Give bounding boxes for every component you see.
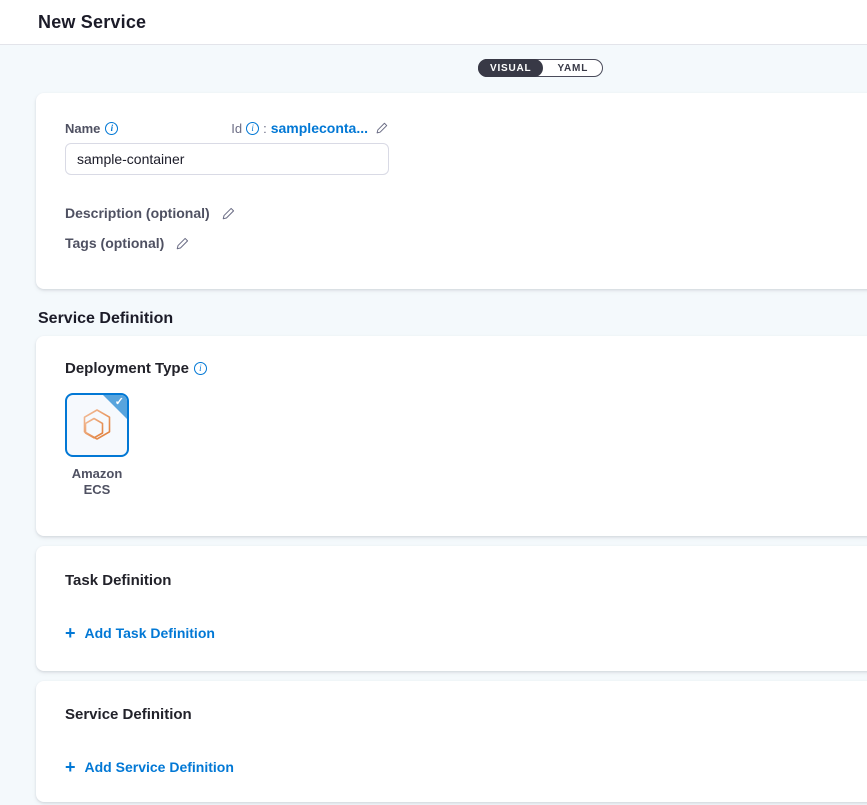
tags-edit-pencil-icon[interactable] <box>175 236 190 251</box>
service-definition-card: Service Definition + Add Service Definit… <box>36 681 867 802</box>
id-row: Id i : sampleconta... <box>231 120 389 136</box>
add-task-definition-button[interactable]: + Add Task Definition <box>65 625 215 641</box>
deployment-option-label: Amazon ECS <box>65 466 129 498</box>
task-definition-card: Task Definition + Add Task Definition <box>36 546 867 671</box>
id-info-icon[interactable]: i <box>246 122 259 135</box>
service-name-input[interactable] <box>65 143 389 175</box>
name-label: Name <box>65 121 100 136</box>
deployment-type-info-icon[interactable]: i <box>194 362 207 375</box>
toggle-yaml-segment[interactable]: YAML <box>543 63 602 74</box>
toggle-row: VISUAL YAML <box>0 45 867 93</box>
page-header: New Service <box>0 0 867 45</box>
page-title: New Service <box>38 12 146 33</box>
add-service-definition-button[interactable]: + Add Service Definition <box>65 759 234 775</box>
add-task-definition-label: Add Task Definition <box>85 625 215 641</box>
task-definition-title: Task Definition <box>65 572 867 589</box>
name-info-icon[interactable]: i <box>105 122 118 135</box>
deployment-type-label: Deployment Type <box>65 360 189 377</box>
tags-row: Tags (optional) <box>65 235 867 251</box>
toggle-visual-segment[interactable]: VISUAL <box>478 59 543 77</box>
id-edit-pencil-icon[interactable] <box>375 121 389 135</box>
add-service-definition-label: Add Service Definition <box>85 759 234 775</box>
check-icon: ✓ <box>115 395 124 408</box>
name-label-group: Name i <box>65 121 118 136</box>
plus-icon: + <box>65 760 76 774</box>
description-edit-pencil-icon[interactable] <box>221 206 236 221</box>
deployment-type-label-row: Deployment Type i <box>65 360 867 377</box>
description-row: Description (optional) <box>65 205 867 221</box>
description-label: Description (optional) <box>65 205 210 221</box>
service-overview-card: Name i Id i : sampleconta... Description… <box>36 93 867 289</box>
visual-yaml-toggle[interactable]: VISUAL YAML <box>478 59 603 77</box>
deployment-option-amazon-ecs[interactable]: ✓ <box>65 393 129 457</box>
tags-label: Tags (optional) <box>65 235 164 251</box>
service-definition-section-title: Service Definition <box>38 310 867 328</box>
id-label: Id <box>231 121 242 136</box>
name-id-row: Name i Id i : sampleconta... <box>65 120 389 136</box>
id-separator: : <box>263 121 267 136</box>
service-definition-title: Service Definition <box>65 706 867 723</box>
plus-icon: + <box>65 626 76 640</box>
id-value-link[interactable]: sampleconta... <box>271 120 368 136</box>
deployment-type-card: Deployment Type i ✓ Amazon ECS <box>36 336 867 536</box>
